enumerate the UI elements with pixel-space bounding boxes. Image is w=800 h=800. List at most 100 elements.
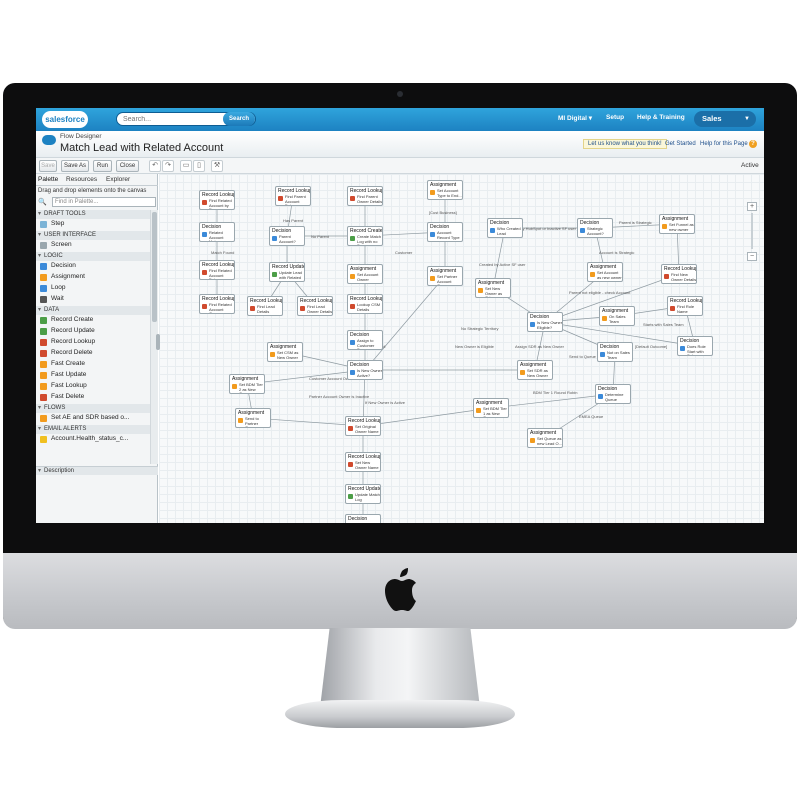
flow-element-record-update[interactable]: Record Update Update Lead with Related ..… (269, 262, 305, 282)
flow-element-decision[interactable]: Decision Who Created Lead (487, 218, 523, 238)
scrollbar-thumb[interactable] (152, 212, 157, 322)
palette-item-wait[interactable]: Wait (51, 294, 64, 304)
webcam (397, 91, 403, 97)
redo-icon[interactable]: ↷ (162, 160, 174, 172)
section-logic[interactable]: LOGIC (36, 252, 150, 261)
element-label: Find Lead Details (257, 304, 275, 314)
flow-element-decision[interactable]: Decision Not on Sales Team (597, 342, 633, 362)
zoom-in-button[interactable]: + (747, 202, 757, 211)
connector-label: BDM Tier 1 Round Robin (533, 390, 578, 395)
flow-element-decision[interactable]: Decision Parent Account? (269, 226, 305, 246)
flow-element-record-lookup[interactable]: Record Lookup Set New Owner Name (345, 452, 381, 472)
flow-element-record-lookup[interactable]: Record Lookup Find Related Account by E..… (199, 190, 235, 210)
flow-element-record-update[interactable]: Record Update Update Match Log (345, 484, 381, 504)
search-input[interactable] (123, 113, 223, 125)
palette-item-step[interactable]: Step (51, 219, 64, 229)
search-button[interactable]: Search (223, 112, 255, 126)
flow-element-record-lookup[interactable]: Record Lookup Find Lead Owner Details (297, 296, 333, 316)
flow-element-record-lookup[interactable]: Record Lookup Set Original Owner Name (345, 416, 381, 436)
element-label: Strategic Account? (587, 226, 604, 236)
close-button[interactable]: Close (116, 160, 139, 172)
salesforce-logo[interactable]: salesforce (42, 111, 88, 128)
feedback-link[interactable]: Let us know what you think! (583, 139, 667, 149)
section-flows[interactable]: FLOWS (36, 404, 150, 413)
flow-element-decision[interactable]: Decision Determine Queue (595, 384, 631, 404)
flow-element-assignment[interactable]: Assignment Set Funnel as new owner (659, 214, 695, 234)
flow-element-assignment[interactable]: Assignment Set CSM as New Owner (267, 342, 303, 362)
palette-item-record-update[interactable]: Record Update (51, 326, 95, 336)
flow-element-record-create[interactable]: Record Create Create Match Log with no S.… (347, 226, 383, 246)
palette-item-record-create[interactable]: Record Create (51, 315, 93, 325)
flow-element-assignment[interactable]: Assignment Set SDR as New Owner (517, 360, 553, 380)
flow-element-assignment[interactable]: Assignment Set Account Owner (347, 264, 383, 284)
flow-element-decision[interactable]: Decision Is New Owner Eligible? (527, 312, 563, 332)
help-training-link[interactable]: Help & Training (637, 114, 685, 121)
flow-element-record-lookup[interactable]: Record Lookup Find Role Name (667, 296, 703, 316)
copy-icon[interactable]: ▭ (180, 160, 192, 172)
undo-icon[interactable]: ↶ (149, 160, 161, 172)
flow-element-assignment[interactable]: Assignment Set BDM Tier 2 as New Owner (229, 374, 265, 394)
search-icon: 🔍 (38, 199, 47, 206)
section-data[interactable]: DATA (36, 306, 150, 315)
tab-resources[interactable]: Resources (66, 176, 97, 183)
palette-item-fast-create[interactable]: Fast Create (51, 359, 85, 369)
flow-element-record-lookup[interactable]: Record Lookup Find Related Account Own... (199, 294, 235, 314)
flow-element-assignment[interactable]: Assignment Set New Owner as Ori... (475, 278, 511, 298)
flow-element-decision[interactable]: Decision (345, 514, 381, 523)
flow-element-record-lookup[interactable]: Record Lookup Find Related Account Deta..… (199, 260, 235, 280)
flow-element-assignment[interactable]: Assignment Send to Partner Queue (235, 408, 271, 428)
flow-element-assignment[interactable]: Assignment Set Queue as new Lead O... (527, 428, 563, 448)
zoom-out-button[interactable]: − (747, 252, 757, 261)
palette-item-record-lookup[interactable]: Record Lookup (51, 337, 95, 347)
flow-element-decision[interactable]: Decision Account Record Type (427, 222, 463, 242)
description-section[interactable]: Description (36, 466, 158, 476)
palette-item-fast-delete[interactable]: Fast Delete (51, 392, 84, 402)
setup-link[interactable]: Setup (606, 114, 624, 121)
flow-canvas[interactable]: + − Has Parent No Parent Match Found [Cust … (156, 174, 764, 523)
flow-element-assignment[interactable]: Assignment Set Account as new owner (587, 262, 623, 282)
flow-element-record-lookup[interactable]: Record Lookup Lookup CSM Details (347, 294, 383, 314)
palette-item-assignment[interactable]: Assignment (51, 272, 85, 282)
save-as-button[interactable]: Save As (61, 160, 89, 172)
flow-element-decision[interactable]: Decision Does Role Start with Sal... (677, 336, 713, 356)
flow-element-record-lookup[interactable]: Record Lookup Find Parent Account Deta... (275, 186, 311, 206)
palette-item-loop[interactable]: Loop (51, 283, 65, 293)
tab-explorer[interactable]: Explorer (106, 176, 130, 183)
palette-item-email-alert[interactable]: Account.Health_status_c... (51, 434, 128, 444)
get-started-link[interactable]: Get Started (665, 141, 696, 147)
flow-element-assignment[interactable]: Assignment Set Account Type to End... (427, 180, 463, 200)
run-button[interactable]: Run (93, 160, 112, 172)
palette-item-screen[interactable]: Screen (51, 240, 72, 250)
flow-element-decision[interactable]: Decision Assign to Customer Su... (347, 330, 383, 350)
flow-element-decision[interactable]: Decision Strategic Account? (577, 218, 613, 238)
palette-item-fast-lookup[interactable]: Fast Lookup (51, 381, 87, 391)
flow-element-record-lookup[interactable]: Record Lookup Find Parent Owner Details (347, 186, 383, 206)
section-draft-tools[interactable]: DRAFT TOOLS (36, 210, 150, 219)
zoom-slider[interactable] (751, 213, 753, 249)
flow-element-record-lookup[interactable]: Record Lookup Find Lead Details (247, 296, 283, 316)
palette-item-record-delete[interactable]: Record Delete (51, 348, 93, 358)
flow-element-assignment[interactable]: Assignment Set Partner Account Owner (427, 266, 463, 286)
user-menu[interactable]: MI Digital ▾ (558, 114, 592, 122)
app-switcher[interactable]: Sales ▼ (694, 111, 756, 127)
palette-search-input[interactable]: Find in Palette... (52, 197, 156, 207)
palette-item-fast-update[interactable]: Fast Update (51, 370, 86, 380)
flow-element-record-lookup[interactable]: Record Lookup Find New Owner Details (661, 264, 697, 284)
paste-icon[interactable]: ▯ (193, 160, 205, 172)
palette-item-subflow[interactable]: Set AE and SDR based o... (51, 413, 129, 423)
help-icon[interactable]: ? (749, 140, 757, 148)
flow-element-assignment[interactable]: Assignment Set BDM Tier 1 as New Owner (473, 398, 509, 418)
section-email-alerts[interactable]: EMAIL ALERTS (36, 425, 150, 434)
flow-element-decision[interactable]: Decision Is New Owner Active? (347, 360, 383, 380)
help-page-link[interactable]: Help for this Page (700, 141, 748, 147)
flow-element-decision[interactable]: Decision Related Account Matc... (199, 222, 235, 242)
tab-palette[interactable]: Palette (38, 176, 58, 183)
flow-element-assignment[interactable]: Assignment On Sales Team (599, 306, 635, 326)
save-button[interactable]: Save (39, 160, 57, 172)
section-user-interface[interactable]: USER INTERFACE (36, 231, 150, 240)
tools-icon[interactable]: ⚒ (211, 160, 223, 172)
fast-lookup-icon (40, 383, 47, 390)
palette-item-decision[interactable]: Decision (51, 261, 76, 271)
connector[interactable] (362, 407, 492, 427)
connector[interactable] (364, 275, 446, 371)
